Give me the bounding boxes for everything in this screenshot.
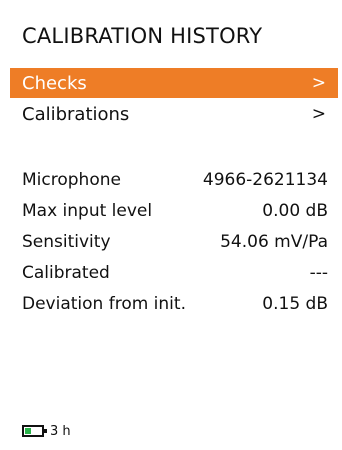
menu-item-label: Calibrations (22, 103, 130, 125)
info-row-microphone: Microphone 4966-2621134 (22, 170, 328, 190)
info-value: 0.15 dB (262, 294, 328, 314)
calibration-history-screen: CALIBRATION HISTORY Checks > Calibration… (0, 0, 342, 450)
info-label: Deviation from init. (22, 294, 186, 314)
info-label: Sensitivity (22, 232, 111, 252)
info-value: --- (309, 263, 328, 283)
info-label: Microphone (22, 170, 121, 190)
info-value: 54.06 mV/Pa (220, 232, 328, 252)
menu-item-label: Checks (22, 72, 87, 94)
info-value: 0.00 dB (262, 201, 328, 221)
battery-time-label: 3 h (50, 423, 71, 439)
info-row-deviation: Deviation from init. 0.15 dB (22, 294, 328, 314)
chevron-right-icon: > (311, 73, 326, 93)
info-label: Max input level (22, 201, 153, 221)
menu-item-checks[interactable]: Checks > (10, 68, 338, 98)
page-title: CALIBRATION HISTORY (22, 24, 263, 48)
info-value: 4966-2621134 (202, 170, 328, 190)
info-row-calibrated: Calibrated --- (22, 263, 328, 283)
menu-item-calibrations[interactable]: Calibrations > (10, 99, 338, 129)
info-row-max-input-level: Max input level 0.00 dB (22, 201, 328, 221)
battery-cap (44, 429, 47, 433)
battery-icon (22, 425, 47, 437)
status-bar: 3 h (22, 422, 71, 440)
info-row-sensitivity: Sensitivity 54.06 mV/Pa (22, 232, 328, 252)
info-label: Calibrated (22, 263, 110, 283)
battery-level-fill (25, 428, 31, 434)
chevron-right-icon: > (311, 104, 326, 124)
